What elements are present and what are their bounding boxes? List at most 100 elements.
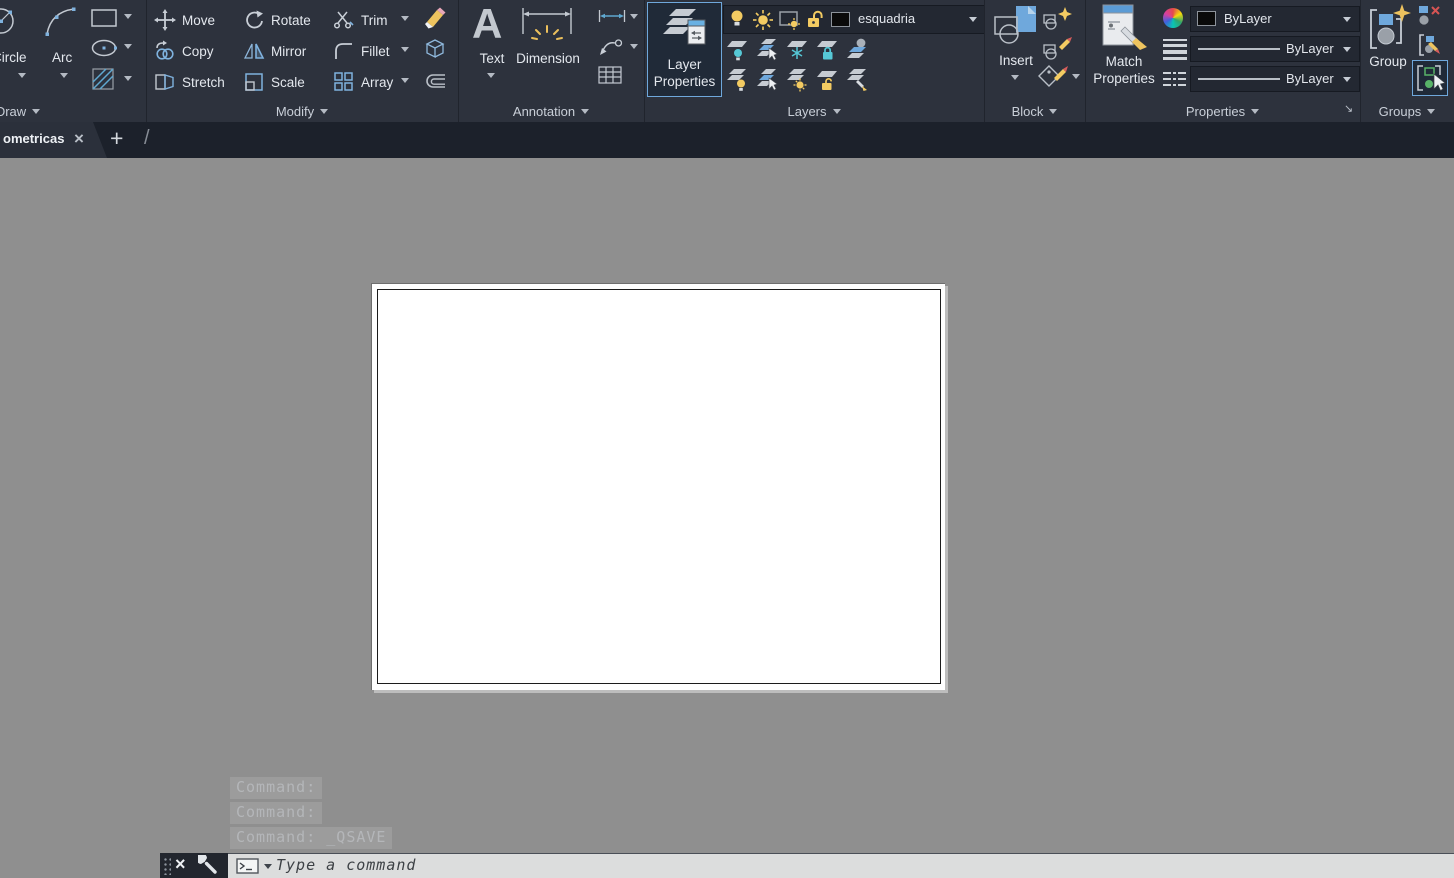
arc-button[interactable] xyxy=(42,4,78,40)
ellipse-dropdown-icon[interactable] xyxy=(124,44,132,49)
layer-make-current-icon[interactable] xyxy=(845,38,869,62)
properties-dialog-launcher-icon[interactable]: ↘ xyxy=(1344,102,1353,115)
table-icon[interactable] xyxy=(598,66,622,84)
circle-label[interactable]: Circle xyxy=(0,50,27,65)
text-dropdown-icon[interactable] xyxy=(487,73,495,78)
panel-label-groups[interactable]: Groups xyxy=(1360,102,1454,120)
layer-match-icon[interactable] xyxy=(845,68,869,92)
layer-properties-button[interactable]: Layer Properties xyxy=(647,2,722,97)
panel-label-layers[interactable]: Layers xyxy=(644,102,984,120)
layer-isolate-icon[interactable] xyxy=(755,38,779,62)
file-tab[interactable]: ometricas × xyxy=(0,122,110,158)
match-properties-label[interactable]: Match xyxy=(1085,54,1163,69)
layer-select[interactable]: esquadria xyxy=(723,5,985,34)
file-tab-close-icon[interactable]: × xyxy=(74,129,84,149)
layer-thaw-all-icon[interactable] xyxy=(785,68,809,92)
move-button[interactable]: Move xyxy=(154,8,215,32)
layer-freeze-icon[interactable] xyxy=(785,38,809,62)
drawn-rectangle[interactable] xyxy=(377,289,941,684)
linetype-select[interactable]: ByLayer xyxy=(1190,66,1360,92)
array-dropdown-icon[interactable] xyxy=(401,78,409,83)
layer-unlock-all-icon[interactable] xyxy=(815,68,839,92)
stretch-button[interactable]: Stretch xyxy=(154,70,225,94)
new-tab-button[interactable]: + xyxy=(110,125,123,152)
leader-icon[interactable] xyxy=(598,37,624,57)
dimension-label[interactable]: Dimension xyxy=(514,51,582,66)
edit-block-icon[interactable] xyxy=(1042,36,1074,62)
layer-color-swatch[interactable] xyxy=(831,12,850,27)
scale-button[interactable]: Scale xyxy=(243,70,305,94)
copy-button[interactable]: Copy xyxy=(154,39,214,63)
edit-attributes-icon[interactable] xyxy=(1036,62,1070,90)
create-block-icon[interactable] xyxy=(1042,6,1074,32)
layer-off-icon[interactable] xyxy=(725,38,749,62)
insert-icon[interactable] xyxy=(992,4,1040,50)
rectangle-icon[interactable] xyxy=(90,8,118,28)
text-label[interactable]: Text xyxy=(474,51,510,66)
command-prompt-icon[interactable] xyxy=(236,858,260,875)
object-color-select[interactable]: ByLayer xyxy=(1190,6,1360,32)
layer-viewport-freeze-icon[interactable] xyxy=(778,10,802,32)
offset-icon[interactable] xyxy=(423,72,449,90)
command-bar-close-icon[interactable]: × xyxy=(175,854,186,875)
group-label[interactable]: Group xyxy=(1360,54,1416,69)
linear-dimension-dropdown-icon[interactable] xyxy=(630,14,638,19)
file-tab-title: ometricas xyxy=(3,131,64,146)
command-input[interactable]: Type a command xyxy=(228,853,1454,878)
panel-label-modify[interactable]: Modify xyxy=(146,102,458,120)
trim-button[interactable]: Trim xyxy=(333,8,388,32)
fillet-icon xyxy=(333,40,355,62)
panel-label-annotation[interactable]: Annotation xyxy=(458,102,644,120)
recent-commands-dropdown-icon[interactable] xyxy=(264,864,272,869)
panel-label-draw[interactable]: Draw xyxy=(0,102,53,120)
mirror-button[interactable]: Mirror xyxy=(243,39,306,63)
group-edit-icon[interactable] xyxy=(1418,33,1442,59)
lineweight-icon[interactable] xyxy=(1162,38,1188,60)
panel-label-properties[interactable]: Properties xyxy=(1085,102,1360,120)
hatch-dropdown-icon[interactable] xyxy=(124,76,132,81)
explode-icon[interactable] xyxy=(423,38,447,60)
insert-dropdown-icon[interactable] xyxy=(1011,75,1019,80)
ungroup-icon[interactable] xyxy=(1418,5,1442,29)
edit-attributes-dropdown-icon[interactable] xyxy=(1072,74,1080,79)
erase-icon[interactable] xyxy=(423,6,447,30)
paper-sheet[interactable] xyxy=(371,283,945,690)
lineweight-select[interactable]: ByLayer xyxy=(1190,36,1360,62)
dimension-icon[interactable] xyxy=(520,6,576,50)
arc-label[interactable]: Arc xyxy=(52,50,72,65)
drawing-canvas[interactable]: Command: Command: Command: _QSAVE × xyxy=(0,158,1454,878)
arc-icon xyxy=(42,4,78,40)
linetype-icon[interactable] xyxy=(1162,70,1188,88)
rectangle-dropdown-icon[interactable] xyxy=(124,14,132,19)
fillet-dropdown-icon[interactable] xyxy=(401,47,409,52)
layer-thaw-icon[interactable] xyxy=(751,8,775,32)
linear-dimension-icon[interactable] xyxy=(598,9,626,23)
color-wheel-icon[interactable] xyxy=(1163,8,1183,28)
layer-on-icon[interactable] xyxy=(729,9,747,29)
hatch-icon[interactable] xyxy=(90,66,118,92)
circle-dropdown-icon[interactable] xyxy=(18,73,26,78)
panel-label-block[interactable]: Block xyxy=(984,102,1085,120)
layer-unlock-icon[interactable] xyxy=(806,9,826,30)
insert-label[interactable]: Insert xyxy=(992,53,1040,68)
match-properties-icon[interactable] xyxy=(1101,3,1149,53)
array-icon xyxy=(333,71,355,93)
layer-all-on-icon[interactable] xyxy=(725,68,749,92)
command-history-line: Command: xyxy=(230,802,322,824)
rotate-button[interactable]: Rotate xyxy=(243,8,311,32)
fillet-button[interactable]: Fillet xyxy=(333,39,390,63)
group-selection-toggle[interactable] xyxy=(1412,60,1448,96)
layer-lock-icon[interactable] xyxy=(815,38,839,62)
circle-button[interactable] xyxy=(0,4,20,40)
text-icon[interactable]: A xyxy=(472,0,502,48)
group-icon[interactable] xyxy=(1366,3,1412,53)
layer-unisolate-icon[interactable] xyxy=(755,68,779,92)
customize-wrench-icon[interactable] xyxy=(198,855,220,877)
trim-dropdown-icon[interactable] xyxy=(401,16,409,21)
ellipse-icon[interactable] xyxy=(90,38,118,58)
move-icon xyxy=(154,9,176,31)
array-button[interactable]: Array xyxy=(333,70,393,94)
arc-dropdown-icon[interactable] xyxy=(60,73,68,78)
command-bar-drag-handle[interactable] xyxy=(163,857,171,875)
leader-dropdown-icon[interactable] xyxy=(630,44,638,49)
